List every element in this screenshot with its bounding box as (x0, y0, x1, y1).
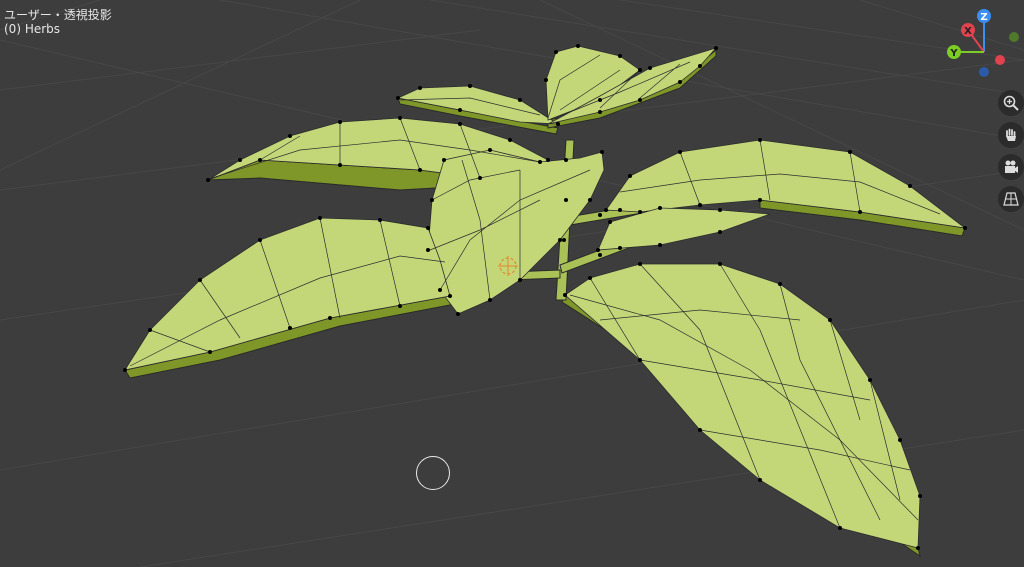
gizmo-y-label: Y (949, 48, 958, 59)
leaf-large-left (124, 217, 451, 371)
gizmo-neg-x[interactable] (995, 55, 1005, 65)
hand-pan-icon (1006, 128, 1016, 141)
3d-viewport[interactable]: ユーザー・透視投影 (0) Herbs Z X Y (0, 0, 1024, 567)
mesh-scene[interactable] (0, 0, 1024, 567)
camera-icon (1005, 160, 1018, 173)
brush-cursor (416, 456, 450, 490)
gizmo-z-label: Z (980, 12, 987, 23)
active-object-label: (0) Herbs (4, 22, 61, 36)
zoom-button[interactable] (998, 90, 1024, 116)
leaves (124, 45, 966, 549)
ortho-toggle-button[interactable] (998, 186, 1024, 212)
camera-view-button[interactable] (998, 154, 1024, 180)
grid-ortho-icon (1003, 192, 1019, 206)
navigation-gizmo[interactable]: Z X Y (940, 6, 1024, 86)
gizmo-x-label: X (964, 26, 972, 37)
view-mode-label: ユーザー・透視投影 (4, 8, 112, 22)
leaf-large-front-right (564, 263, 921, 549)
gizmo-neg-z[interactable] (979, 67, 989, 77)
zoom-icon (1003, 95, 1019, 111)
pan-button[interactable] (998, 122, 1024, 148)
gizmo-neg-y[interactable] (1009, 32, 1019, 42)
